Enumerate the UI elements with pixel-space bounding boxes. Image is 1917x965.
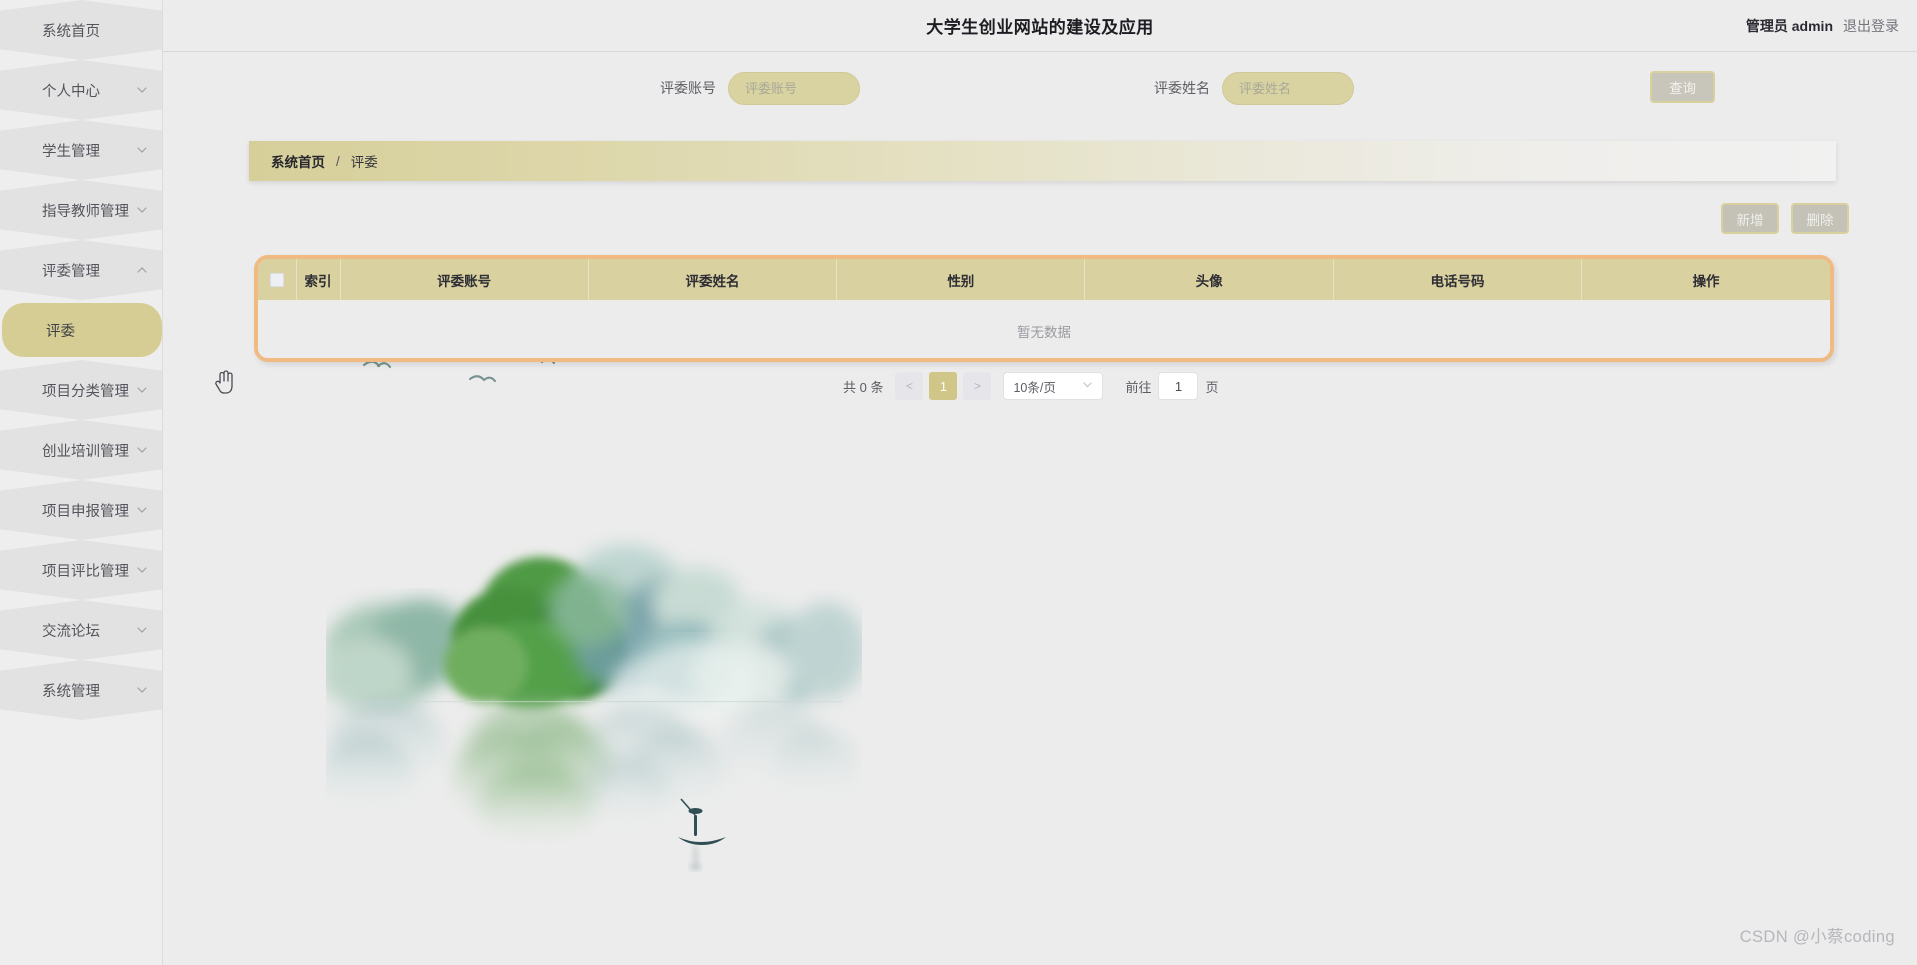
chevron-down-icon[interactable] [136, 564, 148, 576]
breadcrumb-item-home[interactable]: 系统首页 [271, 151, 325, 171]
sidebar-item-1[interactable]: 个人中心 [0, 60, 162, 120]
sidebar-item-3[interactable]: 指导教师管理 [0, 180, 162, 240]
data-table-container: 索引 评委账号 评委姓名 性别 头像 电话号码 操作 暂无数据 [254, 255, 1834, 362]
pagination-page-1[interactable]: 1 [929, 372, 958, 400]
current-user-label: 管理员 admin [1745, 17, 1833, 34]
sidebar-item-4[interactable]: 评委管理 [0, 240, 162, 300]
sidebar-item-label: 系统管理 [42, 683, 100, 700]
add-button[interactable]: 新增 [1721, 203, 1779, 234]
pagination-total: 共 0 条 [843, 379, 884, 395]
sidebar-item-background [2, 303, 162, 357]
pagination-page-unit: 页 [1205, 379, 1219, 395]
pagination-jump: 前往 页 [1125, 372, 1219, 400]
chevron-down-icon[interactable] [136, 144, 148, 156]
fisherman-boat [678, 798, 726, 845]
data-table: 索引 评委账号 评委姓名 性别 头像 电话号码 操作 暂无数据 [258, 259, 1830, 358]
search-field-name: 评委姓名 [1154, 71, 1354, 105]
search-name-input[interactable] [1222, 71, 1354, 105]
sidebar-item-label: 创业培训管理 [42, 443, 129, 460]
user-area: 管理员 admin 退出登录 [1746, 16, 1899, 36]
sidebar-item-9[interactable]: 项目评比管理 [0, 540, 162, 600]
sidebar-item-10[interactable]: 交流论坛 [0, 600, 162, 660]
table-header-select-all [258, 259, 297, 300]
table-header-account: 评委账号 [340, 259, 589, 300]
search-name-label: 评委姓名 [1154, 80, 1210, 96]
sidebar-item-2[interactable]: 学生管理 [0, 120, 162, 180]
breadcrumb-item-current: 评委 [350, 155, 378, 170]
sidebar-item-label: 项目分类管理 [42, 383, 129, 400]
sidebar-item-11[interactable]: 系统管理 [0, 660, 162, 720]
pagination-goto-label: 前往 [1125, 379, 1152, 395]
logout-link[interactable]: 退出登录 [1843, 16, 1899, 36]
table-header-name: 评委姓名 [588, 259, 838, 300]
app-root: 系统首页 个人中心 学生管理 指导教师管理 评委管理 评委 项目分类管理 创业培训管理 项目申报… [0, 0, 1917, 965]
table-header: 索引 评委账号 评委姓名 性别 头像 电话号码 操作 [258, 259, 1830, 300]
table-action-buttons: 新增 删除 [1721, 203, 1849, 234]
table-header-index: 索引 [296, 259, 341, 300]
table-header-row: 索引 评委账号 评委姓名 性别 头像 电话号码 操作 [258, 259, 1830, 300]
page-title: 大学生创业网站的建设及应用 [926, 18, 1154, 37]
breadcrumb-separator: / [336, 153, 340, 169]
sidebar-item-label: 个人中心 [42, 83, 100, 100]
sidebar-item-5[interactable]: 评委 [0, 300, 162, 360]
search-submit-button[interactable]: 查询 [1650, 71, 1715, 103]
chevron-down-icon [1082, 379, 1093, 393]
chevron-down-icon[interactable] [136, 84, 148, 96]
table-body: 暂无数据 [258, 300, 1830, 358]
mouse-cursor-pointer-icon [215, 370, 233, 394]
page-size-select[interactable]: 10条/页 [1003, 372, 1104, 400]
table-header-phone: 电话号码 [1333, 259, 1583, 300]
delete-button[interactable]: 删除 [1791, 203, 1849, 234]
pagination-prev-button[interactable]: < [895, 372, 924, 400]
table-header-operation: 操作 [1581, 259, 1830, 300]
sidebar-item-label: 项目申报管理 [42, 503, 129, 520]
chevron-up-icon[interactable] [136, 264, 148, 276]
sidebar-item-6[interactable]: 项目分类管理 [0, 360, 162, 420]
chevron-down-icon[interactable] [136, 684, 148, 696]
top-header-bar: 大学生创业网站的建设及应用 管理员 admin 退出登录 [163, 0, 1917, 52]
search-account-label: 评委账号 [660, 80, 716, 96]
search-account-input[interactable] [728, 71, 860, 105]
sidebar-item-label: 评委 [46, 323, 75, 340]
chevron-down-icon[interactable] [136, 504, 148, 516]
csdn-watermark: CSDN @小蔡coding [1739, 928, 1895, 946]
table-empty-text: 暂无数据 [258, 300, 1830, 358]
pagination: 共 0 条 < 1 > 10条/页 前往 页 [843, 372, 1219, 400]
chevron-down-icon[interactable] [136, 444, 148, 456]
sidebar-item-label: 系统首页 [42, 23, 100, 40]
chevron-down-icon[interactable] [136, 204, 148, 216]
table-header-avatar: 头像 [1084, 259, 1334, 300]
pagination-goto-input[interactable] [1158, 372, 1199, 400]
pagination-next-button[interactable]: > [963, 372, 992, 400]
search-toolbar: 评委账号 评委姓名 查询 [163, 53, 1917, 123]
page-size-value: 10条/页 [1013, 380, 1056, 395]
sidebar-item-8[interactable]: 项目申报管理 [0, 480, 162, 540]
sidebar: 系统首页个人中心学生管理指导教师管理 评委管理评委项目分类管理 创业培训管理 项目申报… [0, 0, 163, 965]
sidebar-item-7[interactable]: 创业培训管理 [0, 420, 162, 480]
table-empty-row: 暂无数据 [258, 300, 1830, 358]
table-header-gender: 性别 [836, 259, 1086, 300]
select-all-checkbox[interactable] [269, 273, 284, 288]
watercolor-landscape-decoration [326, 545, 862, 870]
sidebar-item-0[interactable]: 系统首页 [0, 0, 162, 60]
sidebar-item-label: 交流论坛 [42, 623, 100, 640]
sidebar-item-label: 评委管理 [42, 263, 100, 280]
sidebar-item-label: 指导教师管理 [42, 203, 129, 220]
sidebar-item-label: 学生管理 [42, 143, 100, 160]
sidebar-item-label: 项目评比管理 [42, 563, 129, 580]
chevron-down-icon[interactable] [136, 624, 148, 636]
chevron-down-icon[interactable] [136, 384, 148, 396]
breadcrumb: 系统首页 / 评委 [249, 141, 1836, 181]
search-field-account: 评委账号 [660, 71, 860, 105]
